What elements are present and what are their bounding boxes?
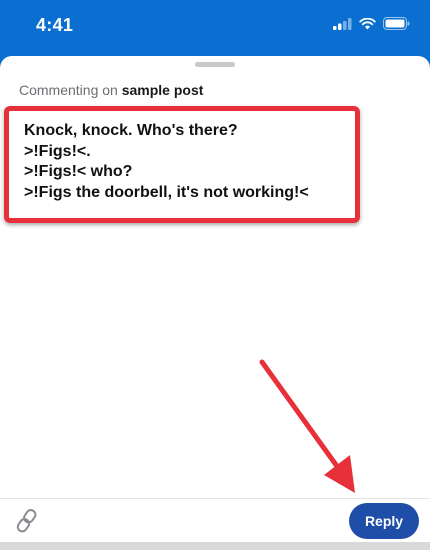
link-icon[interactable] bbox=[14, 506, 40, 536]
cellular-signal-icon bbox=[333, 17, 352, 30]
reply-button[interactable]: Reply bbox=[349, 503, 419, 539]
composer-toolbar: Reply bbox=[0, 498, 430, 542]
wifi-icon bbox=[359, 17, 376, 29]
reply-sheet: Commenting on sample post Knock, knock. … bbox=[0, 56, 430, 550]
status-bar: 4:41 bbox=[0, 0, 430, 52]
bottom-strip bbox=[0, 542, 430, 550]
battery-icon bbox=[383, 17, 410, 30]
status-icons bbox=[333, 17, 410, 30]
annotation-arrow bbox=[259, 359, 355, 493]
status-time: 4:41 bbox=[36, 15, 74, 35]
